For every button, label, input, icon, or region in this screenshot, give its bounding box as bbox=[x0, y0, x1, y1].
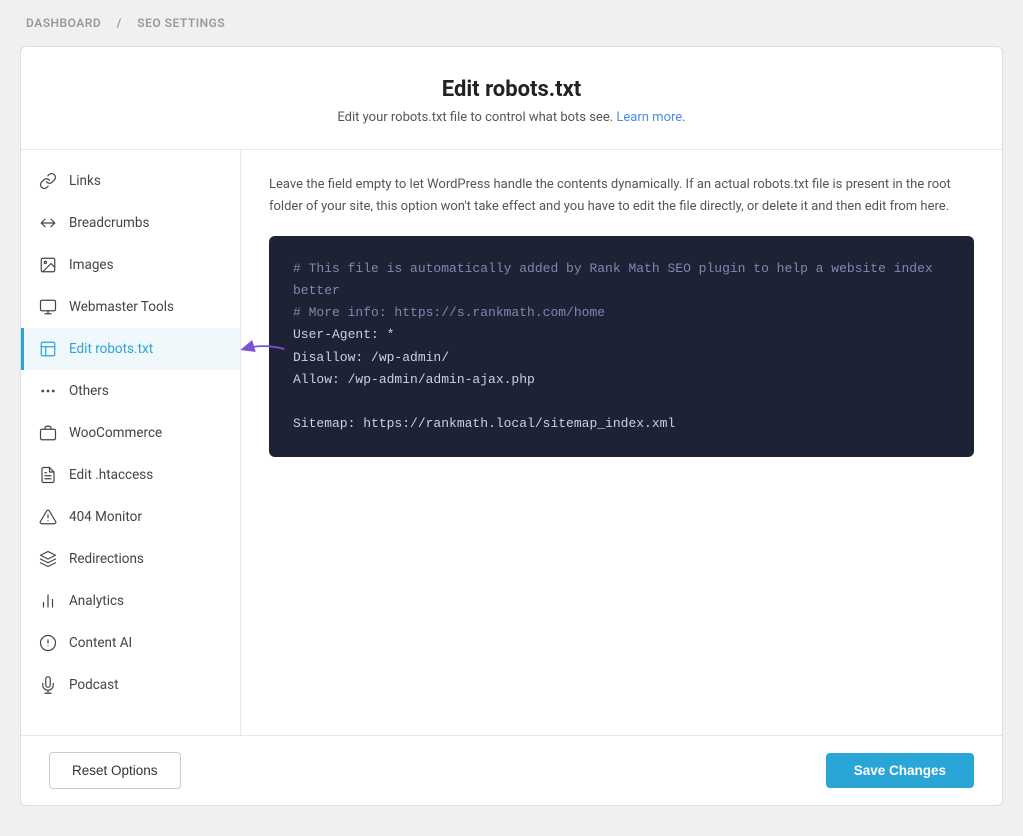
arrow-annotation bbox=[238, 337, 288, 361]
sidebar-label-404-monitor: 404 Monitor bbox=[69, 509, 142, 525]
webmaster-icon bbox=[37, 296, 59, 318]
code-line-4: Disallow: /wp-admin/ bbox=[293, 347, 950, 369]
monitor-icon bbox=[37, 506, 59, 528]
footer-bar: Reset Options Save Changes bbox=[21, 735, 1002, 805]
sidebar-label-woocommerce: WooCommerce bbox=[69, 425, 162, 441]
sidebar-item-breadcrumbs[interactable]: Breadcrumbs bbox=[21, 202, 240, 244]
redirections-icon bbox=[37, 548, 59, 570]
edit-robots-icon bbox=[37, 338, 59, 360]
sidebar-item-woocommerce[interactable]: WooCommerce bbox=[21, 412, 240, 454]
sidebar-item-edit-robots[interactable]: Edit robots.txt bbox=[21, 328, 240, 370]
woocommerce-icon bbox=[37, 422, 59, 444]
sidebar: Links Breadcrumbs Images bbox=[21, 150, 241, 735]
breadcrumb: DASHBOARD / SEO SETTINGS bbox=[0, 0, 1023, 46]
sidebar-item-others[interactable]: Others bbox=[21, 370, 240, 412]
breadcrumb-current: SEO SETTINGS bbox=[137, 16, 225, 30]
arrow-svg bbox=[238, 337, 288, 361]
sidebar-item-images[interactable]: Images bbox=[21, 244, 240, 286]
code-line-1: # This file is automatically added by Ra… bbox=[293, 258, 950, 302]
sidebar-item-404-monitor[interactable]: 404 Monitor bbox=[21, 496, 240, 538]
breadcrumbs-icon bbox=[37, 212, 59, 234]
sidebar-label-breadcrumbs: Breadcrumbs bbox=[69, 215, 149, 231]
sidebar-label-webmaster-tools: Webmaster Tools bbox=[69, 299, 174, 315]
sidebar-item-podcast[interactable]: Podcast bbox=[21, 664, 240, 706]
podcast-icon bbox=[37, 674, 59, 696]
sidebar-item-content-ai[interactable]: Content AI bbox=[21, 622, 240, 664]
sidebar-item-links[interactable]: Links bbox=[21, 160, 240, 202]
analytics-icon bbox=[37, 590, 59, 612]
sidebar-label-content-ai: Content AI bbox=[69, 635, 132, 651]
images-icon bbox=[37, 254, 59, 276]
sidebar-item-analytics[interactable]: Analytics bbox=[21, 580, 240, 622]
header-panel: Edit robots.txt Edit your robots.txt fil… bbox=[21, 47, 1002, 150]
content-area: Leave the field empty to let WordPress h… bbox=[241, 150, 1002, 735]
sidebar-label-podcast: Podcast bbox=[69, 677, 119, 693]
code-line-2: # More info: https://s.rankmath.com/home bbox=[293, 302, 950, 324]
description-text: Leave the field empty to let WordPress h… bbox=[269, 174, 974, 218]
sidebar-item-edit-htaccess[interactable]: Edit .htaccess bbox=[21, 454, 240, 496]
code-editor[interactable]: # This file is automatically added by Ra… bbox=[269, 236, 974, 457]
breadcrumb-separator: / bbox=[117, 16, 122, 30]
code-line-6 bbox=[293, 391, 950, 413]
sidebar-label-images: Images bbox=[69, 257, 114, 273]
others-icon bbox=[37, 380, 59, 402]
learn-more-link[interactable]: Learn more bbox=[616, 110, 682, 125]
header-description: Edit your robots.txt file to control wha… bbox=[41, 110, 982, 125]
sidebar-label-edit-htaccess: Edit .htaccess bbox=[69, 467, 153, 483]
sidebar-label-links: Links bbox=[69, 173, 101, 189]
links-icon bbox=[37, 170, 59, 192]
main-container: Edit robots.txt Edit your robots.txt fil… bbox=[20, 46, 1003, 806]
sidebar-label-others: Others bbox=[69, 383, 109, 399]
save-changes-button[interactable]: Save Changes bbox=[826, 753, 974, 788]
content-ai-icon bbox=[37, 632, 59, 654]
sidebar-item-webmaster-tools[interactable]: Webmaster Tools bbox=[21, 286, 240, 328]
htaccess-icon bbox=[37, 464, 59, 486]
sidebar-label-edit-robots: Edit robots.txt bbox=[69, 341, 153, 357]
code-line-5: Allow: /wp-admin/admin-ajax.php bbox=[293, 369, 950, 391]
code-line-3: User-Agent: * bbox=[293, 324, 950, 346]
breadcrumb-dashboard[interactable]: DASHBOARD bbox=[26, 16, 101, 30]
sidebar-item-redirections[interactable]: Redirections bbox=[21, 538, 240, 580]
reset-options-button[interactable]: Reset Options bbox=[49, 752, 181, 789]
page-title: Edit robots.txt bbox=[41, 77, 982, 102]
main-layout: Links Breadcrumbs Images bbox=[21, 150, 1002, 735]
sidebar-label-analytics: Analytics bbox=[69, 593, 124, 609]
sidebar-label-redirections: Redirections bbox=[69, 551, 144, 567]
code-line-7: Sitemap: https://rankmath.local/sitemap_… bbox=[293, 413, 950, 435]
